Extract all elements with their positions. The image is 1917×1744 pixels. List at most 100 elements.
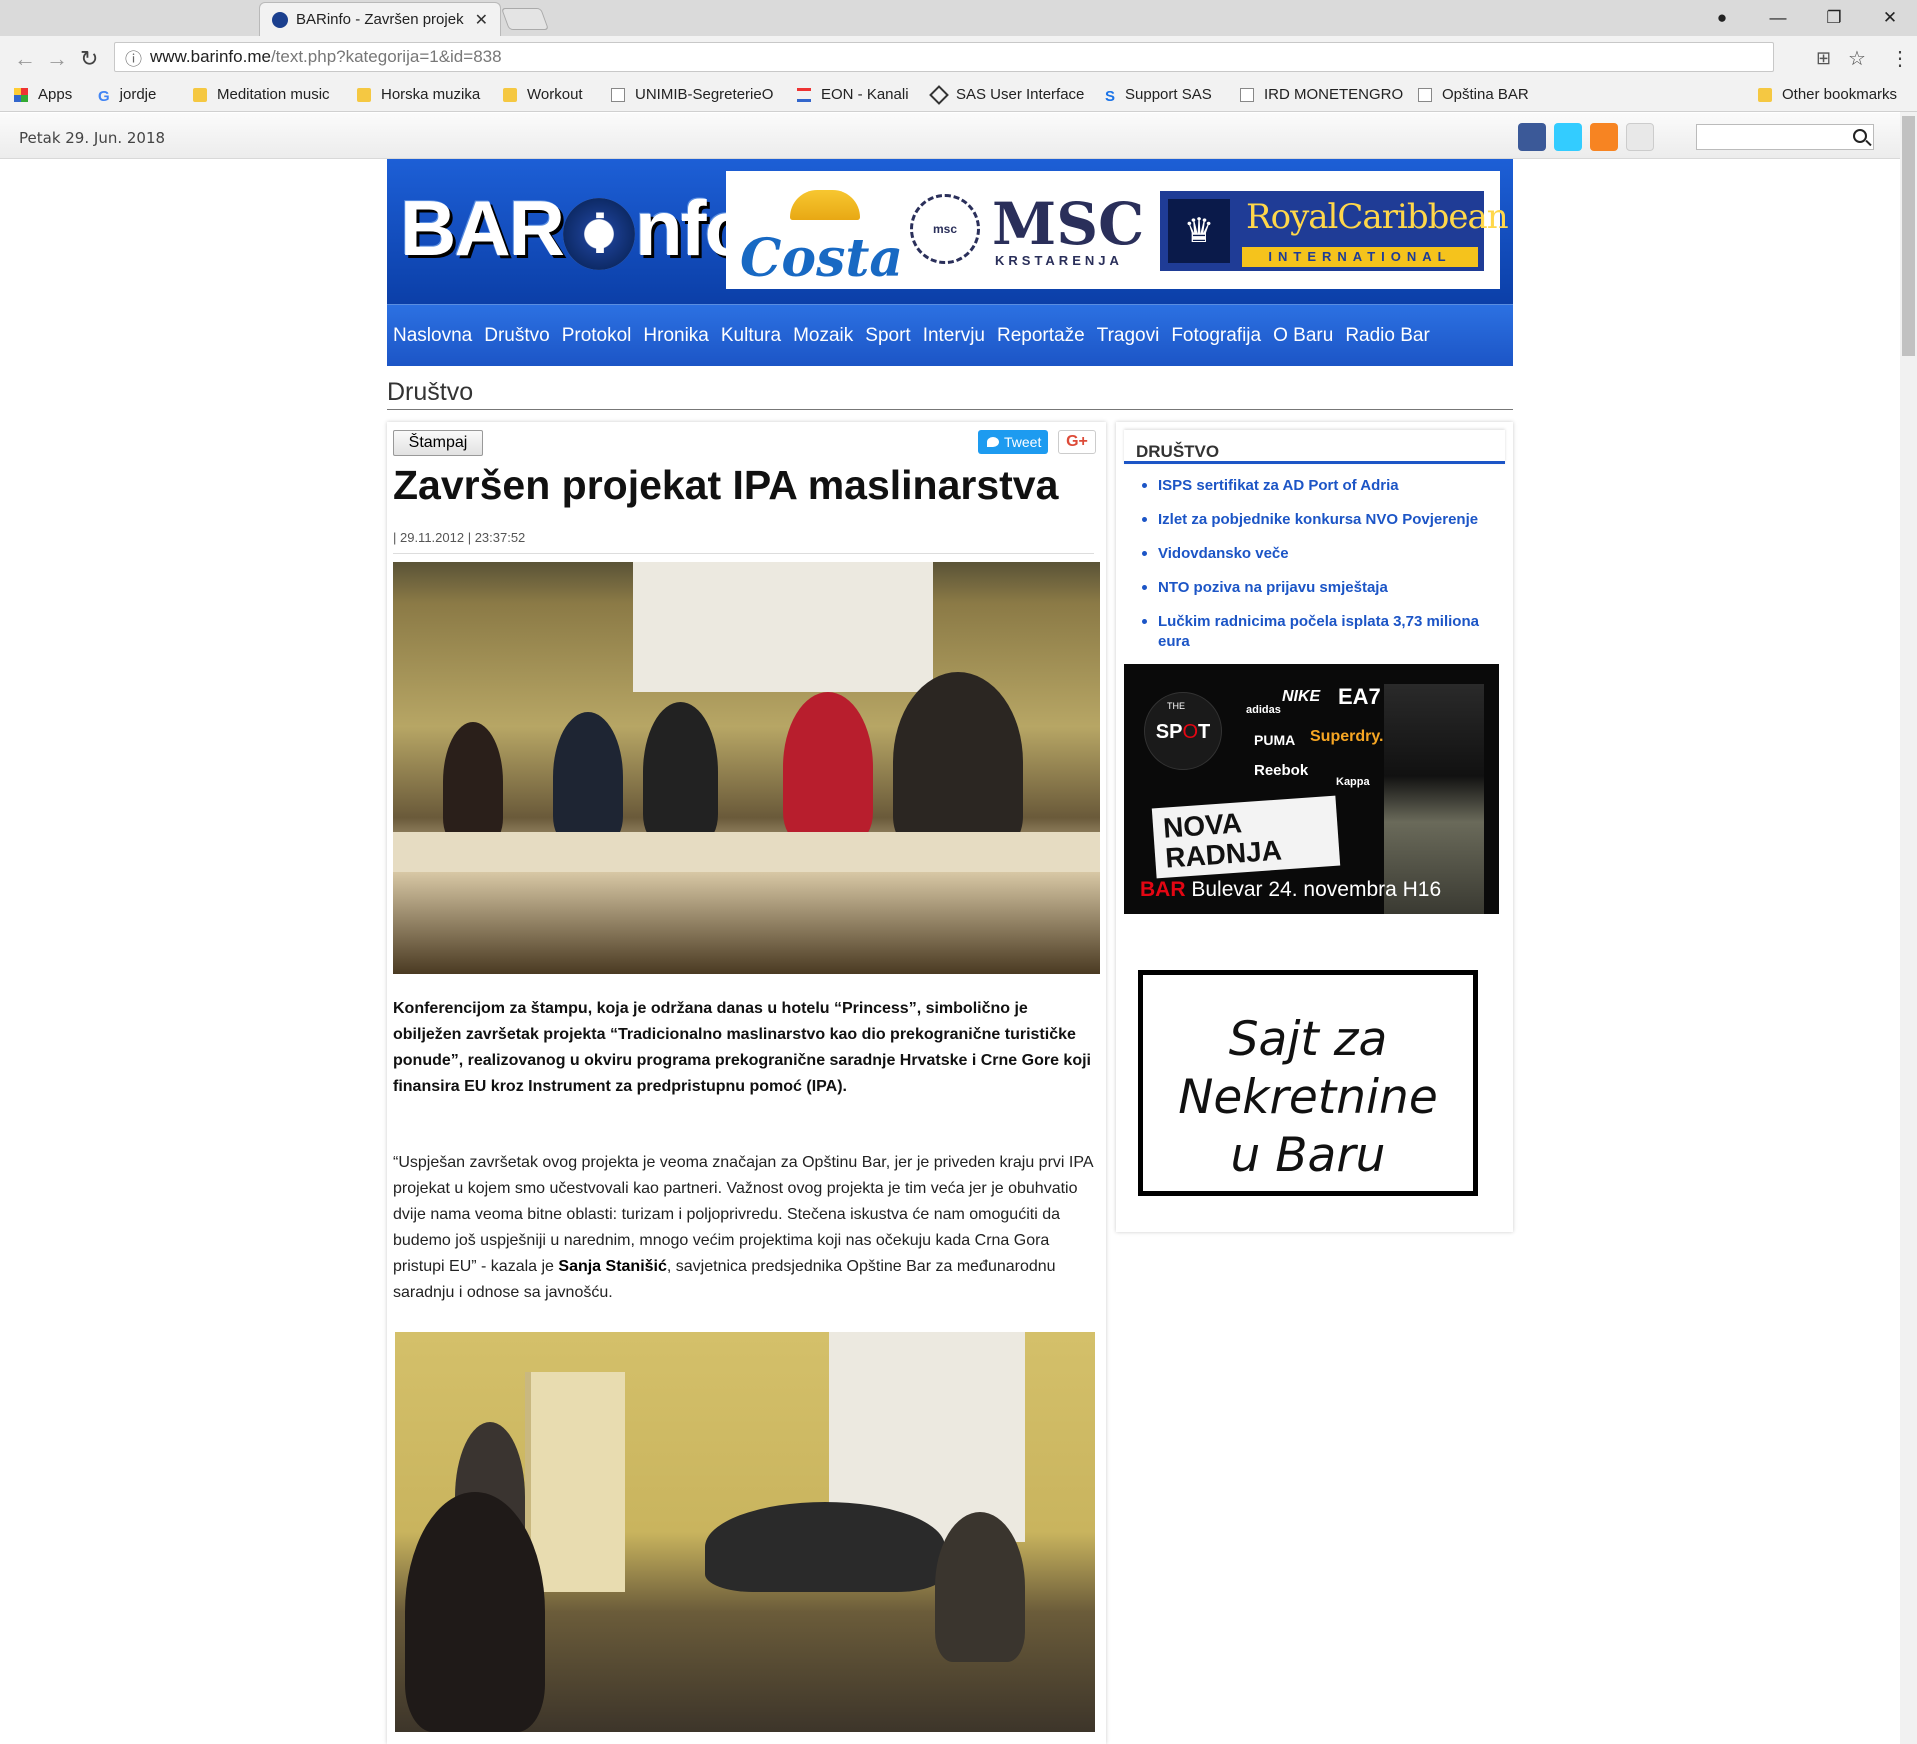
conference-table (393, 832, 1100, 872)
news-item[interactable]: NTO poziva na prijavu smještaja (1124, 578, 1505, 598)
google-plus-button[interactable]: G+ (1058, 430, 1096, 454)
bookmark-workout[interactable]: Workout (503, 86, 583, 103)
costa-logo: Costa (740, 228, 904, 289)
menu-naslovna[interactable]: Naslovna (393, 325, 472, 347)
bookmark-ird[interactable]: IRD MONETENGRO (1240, 86, 1403, 103)
panel-people (705, 1502, 945, 1592)
sas-s-icon: S (1105, 87, 1116, 105)
profile-icon[interactable]: ● (1694, 0, 1750, 36)
browser-tab[interactable]: BARinfo - Završen projek ✕ (259, 2, 501, 36)
brand-adidas: adidas (1246, 704, 1281, 716)
rc-subtitle: INTERNATIONAL (1242, 247, 1478, 267)
scrollbar-thumb[interactable] (1902, 116, 1915, 356)
menu-o-baru[interactable]: O Baru (1273, 325, 1333, 347)
menu-sport[interactable]: Sport (865, 325, 910, 347)
bookmark-horska[interactable]: Horska muzika (357, 86, 480, 103)
search-icon[interactable] (1853, 129, 1867, 143)
url-path: /text.php?kategorija=1&id=838 (270, 47, 502, 66)
forward-icon[interactable]: → (46, 46, 68, 72)
brand-kappa: Kappa (1336, 776, 1370, 788)
menu-intervju[interactable]: Intervju (923, 325, 985, 347)
page-icon (1418, 87, 1432, 102)
site-topbar: Petak 29. Jun. 2018 (0, 113, 1917, 159)
article-body: “Uspješan završetak ovog projekta je veo… (393, 1154, 1093, 1301)
facebook-icon[interactable] (1518, 123, 1546, 151)
menu-kultura[interactable]: Kultura (721, 325, 781, 347)
site-favicon-icon (272, 11, 288, 28)
crown-anchor-icon: ♛ (1168, 199, 1230, 263)
bookmark-sas-ui[interactable]: SAS User Interface (929, 84, 1084, 105)
menu-mozaik[interactable]: Mozaik (793, 325, 853, 347)
url-host: www.barinfo.me (150, 47, 271, 66)
msc-compass-icon: msc (910, 194, 980, 264)
minimize-button[interactable]: — (1750, 0, 1806, 36)
the-spot-ad[interactable]: THE SPOT adidas NIKE EA7 PUMA Superdry. R… (1124, 664, 1499, 914)
news-item[interactable]: ISPS sertifikat za AD Port of Adria (1124, 476, 1505, 496)
menu-icon[interactable]: ⋮ (1890, 46, 1910, 71)
twitter-icon[interactable] (1554, 123, 1582, 151)
back-icon[interactable]: ← (14, 46, 36, 72)
royal-caribbean-logo: ♛ RoyalCaribbean INTERNATIONAL (1160, 191, 1509, 271)
main-menu: Naslovna Društvo Protokol Hronika Kultur… (387, 304, 1513, 366)
tab-title: BARinfo - Završen projek (296, 11, 464, 28)
person (553, 712, 623, 842)
new-tab-button[interactable] (500, 8, 550, 30)
msc-subtitle: KRSTARENJA (995, 253, 1123, 268)
tweet-button[interactable]: Tweet (978, 430, 1048, 454)
print-button[interactable]: Štampaj (393, 430, 483, 456)
close-window-button[interactable]: ✕ (1862, 0, 1917, 36)
bookmark-support-sas[interactable]: S Support SAS (1105, 86, 1212, 105)
menu-protokol[interactable]: Protokol (562, 325, 632, 347)
close-tab-icon[interactable]: ✕ (475, 10, 488, 30)
rss-icon[interactable] (1590, 123, 1618, 151)
bookmark-opstina[interactable]: Opština BAR (1418, 86, 1529, 103)
person (783, 692, 873, 842)
bookmark-jordje[interactable]: Gjordje (98, 86, 156, 105)
bookmark-unimib[interactable]: UNIMIB-SegreterieO (611, 86, 773, 103)
article-photo-audience (395, 1332, 1095, 1732)
folder-icon (1758, 87, 1772, 102)
bookmark-eon[interactable]: EON - Kanali (797, 86, 909, 103)
brand-puma: PUMA (1254, 732, 1296, 748)
bookmark-other[interactable]: Other bookmarks (1758, 86, 1897, 103)
menu-tragovi[interactable]: Tragovi (1097, 325, 1160, 347)
projector-screen (633, 562, 933, 692)
person-name: Sanja Stanišić (558, 1258, 667, 1275)
menu-drustvo[interactable]: Društvo (484, 325, 549, 347)
apps-icon (14, 87, 28, 102)
translate-icon[interactable]: ⊞ (1816, 48, 1831, 69)
current-date: Petak 29. Jun. 2018 (19, 129, 166, 147)
restore-button[interactable]: ❐ (1806, 0, 1862, 36)
menu-fotografija[interactable]: Fotografija (1171, 325, 1261, 347)
bookmark-meditation[interactable]: Meditation music (193, 86, 330, 103)
bookmark-star-icon[interactable]: ☆ (1848, 46, 1866, 71)
brand-ea7: EA7 (1338, 684, 1381, 709)
site-search-input[interactable] (1696, 124, 1874, 150)
address-bar[interactable]: ⓘ www.barinfo.me/text.php?kategorija=1&i… (114, 42, 1774, 72)
menu-reportaze[interactable]: Reportaže (997, 325, 1085, 347)
bookmark-apps[interactable]: Apps (14, 86, 72, 103)
brand-reebok: Reebok (1254, 762, 1309, 779)
person (935, 1512, 1025, 1662)
page-scrollbar[interactable] (1900, 112, 1917, 1744)
person (443, 722, 503, 842)
barinfo-logo[interactable]: BAR i nfo (400, 183, 752, 274)
rc-name: RoyalCaribbean (1246, 197, 1509, 237)
reload-icon[interactable]: ↻ (80, 46, 98, 72)
article-lead: Konferencijom za štampu, koja je održana… (393, 1000, 1091, 1095)
nekretnine-ad[interactable]: Sajt za Nekretnine u Baru (1138, 970, 1478, 1196)
door (525, 1372, 625, 1592)
news-item[interactable]: Vidovdansko veče (1124, 544, 1505, 564)
menu-radio-bar[interactable]: Radio Bar (1345, 325, 1430, 347)
news-item[interactable]: Izlet za pobjednike konkursa NVO Povjere… (1124, 510, 1505, 530)
folder-icon (503, 87, 517, 102)
sas-icon (929, 84, 949, 105)
store-address: BAR Bulevar 24. novembra H16 (1140, 878, 1442, 901)
info-icon[interactable]: ⓘ (125, 45, 142, 70)
msc-logo: MSC (992, 190, 1145, 258)
menu-hronika[interactable]: Hronika (643, 325, 708, 347)
bookmarks-bar: Apps Gjordje Meditation music Horska muz… (0, 78, 1917, 112)
person (643, 702, 718, 842)
email-icon[interactable] (1626, 123, 1654, 151)
news-item[interactable]: Lučkim radnicima počela isplata 3,73 mil… (1124, 612, 1505, 652)
